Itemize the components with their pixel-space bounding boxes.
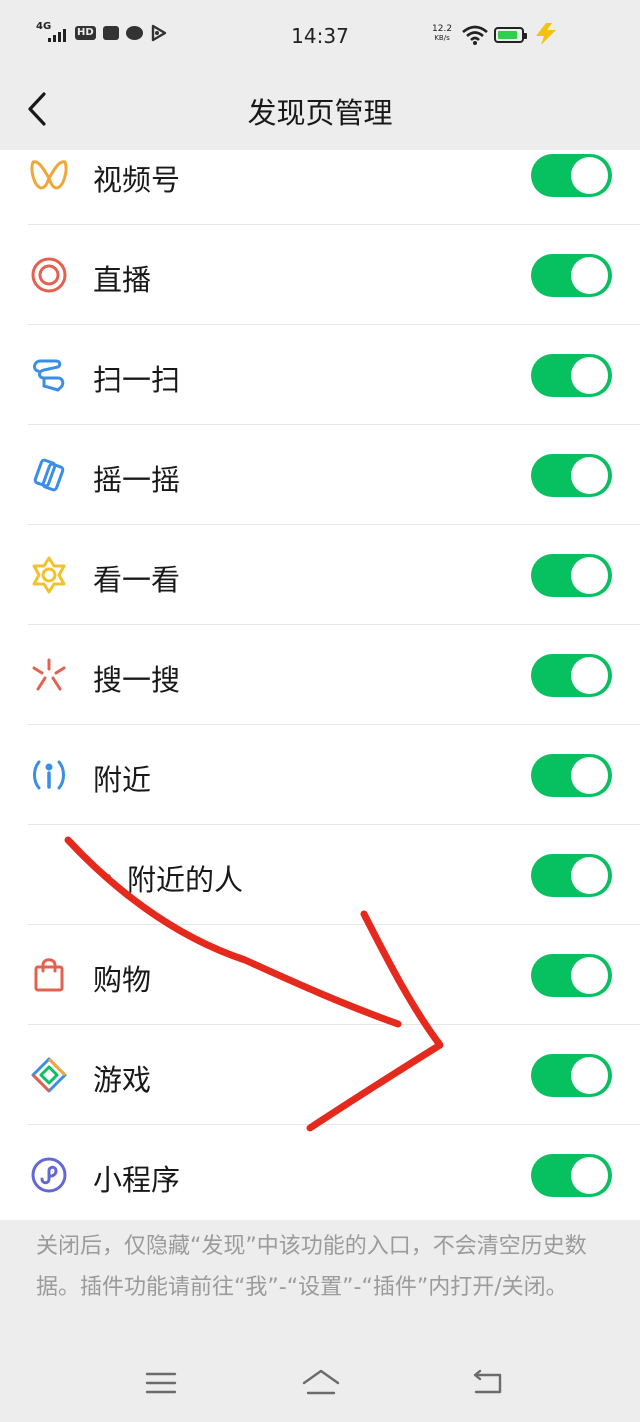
games-icon: [31, 1057, 67, 1093]
list-item-games: 游戏: [0, 1025, 640, 1125]
status-bar: 4G HD 14:37 12.2 KB/s: [0, 0, 640, 72]
shake-icon: [33, 458, 65, 492]
live-icon: [31, 257, 67, 293]
toggle-switch[interactable]: [531, 554, 612, 597]
nearby-icon: [33, 760, 65, 790]
shopping-bag-icon: [34, 958, 64, 992]
toggle-switch[interactable]: [531, 1154, 612, 1197]
top-stories-icon: [32, 556, 66, 594]
list-item-scan: 扫一扫: [0, 325, 640, 425]
toggle-switch[interactable]: [531, 854, 612, 897]
toggle-switch[interactable]: [531, 754, 612, 797]
search-icon: [32, 658, 66, 691]
list-item-people-nearby: 附近的人: [0, 825, 640, 925]
list-item-label: 看一看: [93, 563, 181, 597]
toggle-switch[interactable]: [531, 654, 612, 697]
toggle-switch[interactable]: [531, 354, 612, 397]
list-item-label: 小程序: [93, 1163, 181, 1197]
toggle-switch[interactable]: [531, 954, 612, 997]
list-item-search: 搜一搜: [0, 625, 640, 725]
wifi-icon: [462, 25, 488, 45]
settings-list: 视频号 直播 扫一扫 摇一摇 看一看 搜一搜 附近 附近的人 购物 游戏 小程序: [0, 150, 640, 1220]
toggle-switch[interactable]: [531, 154, 612, 197]
channels-icon: [30, 160, 68, 190]
list-item-label: 直播: [93, 263, 152, 297]
list-item-label: 搜一搜: [93, 663, 181, 697]
list-item-label: 附近: [93, 763, 152, 797]
charging-icon: [536, 23, 556, 45]
network-speed: 12.2 KB/s: [432, 24, 453, 43]
system-nav-bar: [0, 1352, 640, 1422]
battery-icon: [494, 27, 527, 43]
list-item-label: 扫一扫: [93, 363, 181, 397]
toggle-switch[interactable]: [531, 1054, 612, 1097]
list-item-top-stories: 看一看: [0, 525, 640, 625]
back-icon[interactable]: [470, 1366, 506, 1400]
list-item-shake: 摇一摇: [0, 425, 640, 525]
home-icon[interactable]: [300, 1366, 342, 1400]
list-item-label: 购物: [93, 963, 152, 997]
mini-programs-icon: [31, 1157, 67, 1193]
scan-icon: [33, 359, 65, 392]
toggle-switch[interactable]: [531, 254, 612, 297]
list-item-shopping: 购物: [0, 925, 640, 1025]
list-item-label: 视频号: [93, 163, 181, 197]
toggle-switch[interactable]: [531, 454, 612, 497]
sub-item-bullet: [106, 874, 111, 879]
list-item-live: 直播: [0, 225, 640, 325]
list-item-mini-programs: 小程序: [0, 1125, 640, 1225]
list-item-label: 游戏: [93, 1063, 152, 1097]
menu-icon[interactable]: [143, 1366, 179, 1400]
list-item-channels: 视频号: [0, 125, 640, 225]
list-item-label: 摇一摇: [93, 463, 181, 497]
list-item-nearby: 附近: [0, 725, 640, 825]
footer-note: 关闭后，仅隐藏“发现”中该功能的入口，不会清空历史数据。插件功能请前往“我”-“…: [36, 1234, 587, 1300]
list-item-label: 附近的人: [127, 863, 244, 897]
